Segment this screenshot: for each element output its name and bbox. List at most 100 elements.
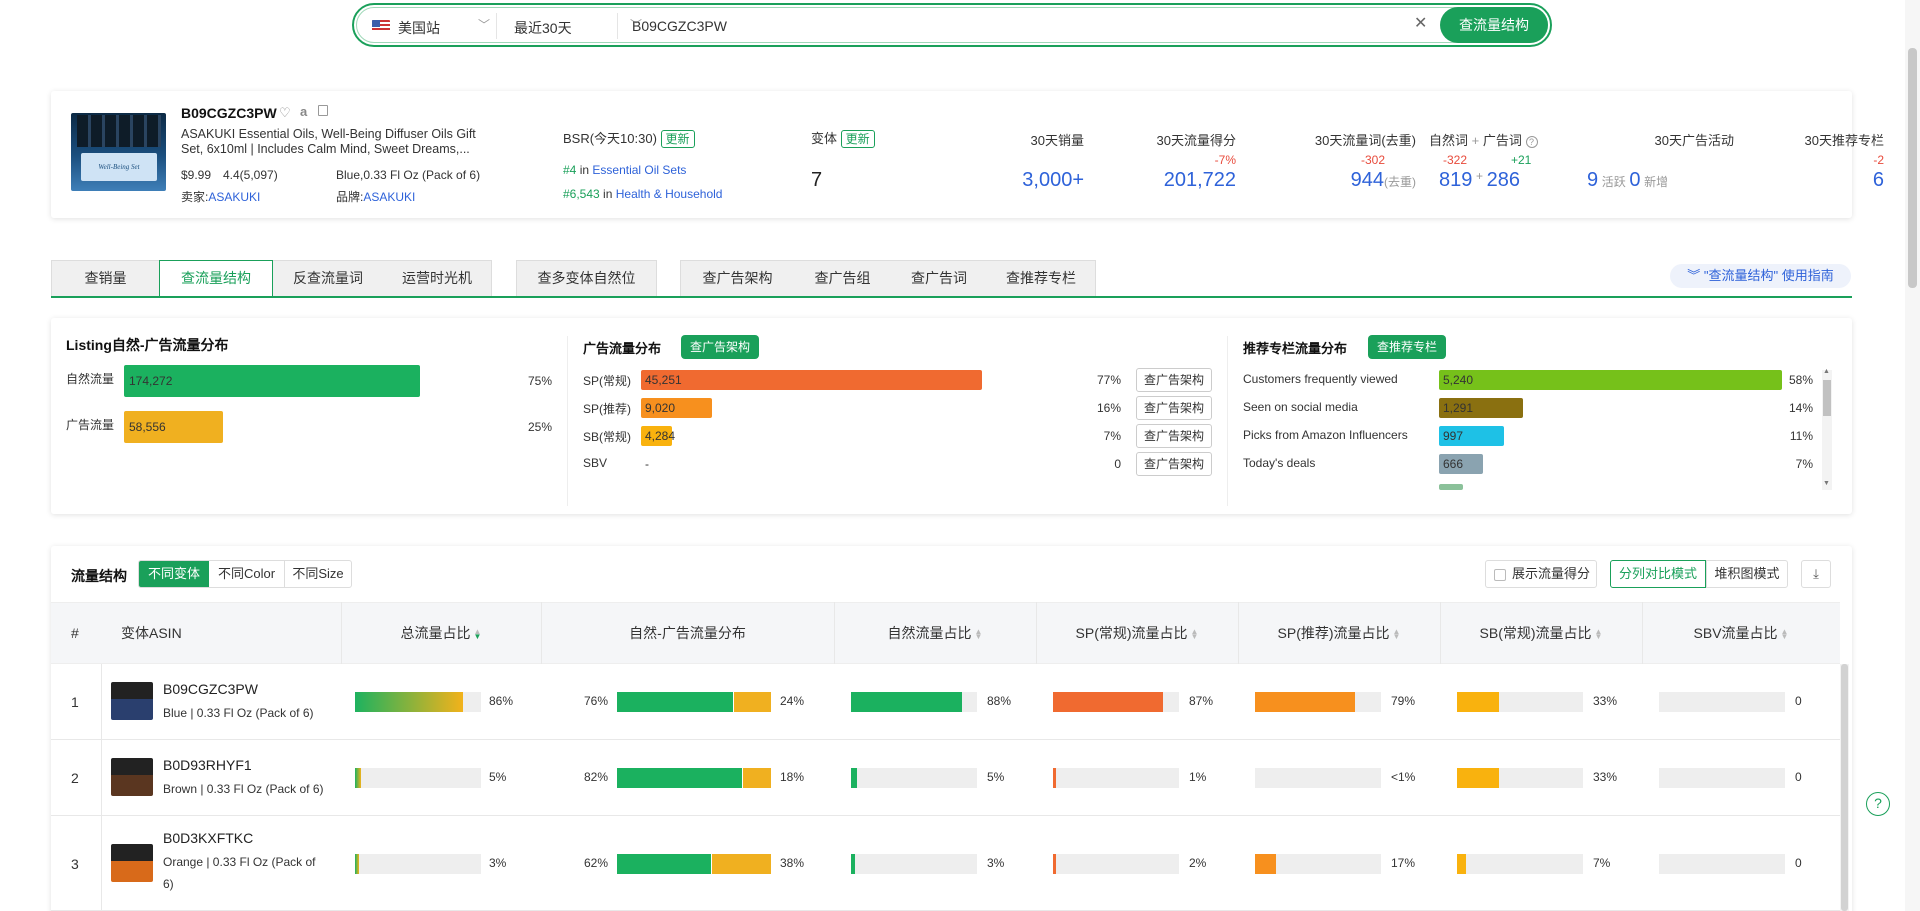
product-title[interactable]: ASAKUKI Essential Oils, Well-Being Diffu… [181, 127, 476, 157]
recommend-bar-fill[interactable] [1439, 370, 1782, 390]
favorite-icon[interactable]: ♡ [279, 105, 291, 121]
sort-icon[interactable]: ▲ ▼ [975, 628, 983, 641]
listing-bar-fill[interactable]: 174,272 [124, 365, 421, 397]
sales-value[interactable]: 3,000+ [951, 169, 1084, 192]
tab-ad-keywords[interactable]: 查广告词 [891, 261, 987, 296]
natural-ad-bar[interactable] [617, 853, 771, 874]
tab-ad-structure[interactable]: 查广告架构 [681, 261, 794, 296]
download-icon[interactable]: ⤓ [1801, 560, 1831, 588]
ad-bar-pct: 77% [1096, 373, 1121, 387]
tab-time-machine[interactable]: 运营时光机 [383, 261, 491, 296]
natural-share-bar-fill[interactable] [851, 692, 962, 712]
segment-color[interactable]: 不同Color [209, 561, 285, 587]
sp-recommend-share-bar-fill[interactable] [1255, 853, 1277, 874]
mode-stacked[interactable]: 堆积图模式 [1706, 560, 1788, 588]
product-image[interactable]: Well-Being Set [71, 113, 166, 191]
table-header-cell[interactable]: 自然流量占比 ▲ ▼ [834, 602, 1036, 664]
amazon-icon[interactable]: a [300, 104, 307, 119]
recommend-value[interactable]: 6 [1741, 169, 1884, 192]
ad-row-structure-button[interactable]: 查广告架构 [1136, 396, 1212, 420]
segment-size[interactable]: 不同Size [285, 561, 351, 587]
tab-traffic-structure[interactable]: 查流量结构 [159, 260, 273, 297]
table-scrollbar[interactable] [1840, 664, 1849, 911]
show-score-toggle[interactable]: 展示流量得分 [1485, 560, 1597, 588]
sp-share-bar-fill[interactable] [1053, 768, 1056, 788]
segment-variants[interactable]: 不同变体 [139, 561, 209, 587]
mode-column-compare[interactable]: 分列对比模式 [1610, 560, 1706, 588]
recommend-scrollbar[interactable]: ▲ ▼ [1822, 368, 1832, 490]
ad-activity-new[interactable]: 0 [1629, 169, 1640, 191]
sort-icon[interactable]: ▲ ▼ [1781, 628, 1789, 641]
total-bar-track [355, 853, 481, 874]
clear-icon[interactable]: ✕ [1414, 13, 1427, 33]
bsr-category2-link[interactable]: Health & Household [616, 187, 723, 201]
sp-share-bar-fill[interactable] [1053, 853, 1056, 874]
listing-bar-fill[interactable]: 58,556 [124, 411, 223, 443]
recommend-column-button[interactable]: 查推荐专栏 [1368, 335, 1446, 359]
variant-thumbnail[interactable] [111, 682, 153, 720]
help-float-icon[interactable]: ? [1866, 792, 1890, 816]
sp-recommend-share-pct: <1% [1391, 770, 1416, 784]
total-bar-fill[interactable] [355, 853, 359, 874]
sb-share-bar-fill[interactable] [1457, 692, 1499, 712]
tab-recommend-column[interactable]: 查推荐专栏 [987, 261, 1095, 296]
ad-row-structure-button[interactable]: 查广告架构 [1136, 452, 1212, 476]
ad-bar-fill[interactable] [641, 370, 983, 390]
natural-share-bar-fill[interactable] [851, 853, 855, 874]
guide-link[interactable]: ︾ "查流量结构" 使用指南 [1670, 264, 1851, 288]
table-header-cell[interactable]: SP(常规)流量占比 ▲ ▼ [1036, 602, 1238, 664]
variant-asin[interactable]: B0D93RHYF1 [163, 757, 252, 773]
sp-share-bar-fill[interactable] [1053, 692, 1163, 712]
copy-icon[interactable] [318, 105, 328, 116]
ad-keywords-value[interactable]: 286 [1487, 169, 1520, 191]
table-header-cell[interactable]: 总流量占比 ▲ ▼ [341, 602, 541, 664]
range-select[interactable]: 最近30天 ﹀ [514, 14, 644, 38]
variant-asin[interactable]: B09CGZC3PW [163, 681, 258, 697]
variant-thumbnail[interactable] [111, 758, 153, 796]
sp-recommend-share-bar-fill[interactable] [1255, 692, 1355, 712]
natural-ad-bar[interactable] [617, 692, 771, 712]
table-header-cell[interactable]: SB(常规)流量占比 ▲ ▼ [1440, 602, 1642, 664]
scroll-up-icon[interactable]: ▲ [1823, 368, 1830, 375]
ad-structure-button[interactable]: 查广告架构 [681, 335, 759, 359]
variant-thumbnail[interactable] [111, 843, 153, 882]
sort-icon[interactable]: ▲ ▼ [1393, 628, 1401, 641]
tab-multi-variant-natural[interactable]: 查多变体自然位 [517, 261, 656, 296]
help-icon[interactable]: ? [1525, 136, 1538, 148]
ad-activity-active[interactable]: 9 [1587, 169, 1598, 191]
keywords-value[interactable]: 944 [1351, 169, 1384, 191]
scroll-down-icon[interactable]: ▼ [1823, 480, 1830, 487]
guide-link-label: "查流量结构" 使用指南 [1703, 268, 1834, 283]
table-header-cell[interactable]: SP(推荐)流量占比 ▲ ▼ [1238, 602, 1440, 664]
natural-ad-bar[interactable] [617, 768, 771, 788]
variants-update-button[interactable]: 更新 [840, 130, 875, 148]
score-value[interactable]: 201,722 [1101, 169, 1236, 192]
total-bar-fill[interactable] [355, 692, 464, 712]
tab-sales[interactable]: 查销量 [52, 261, 159, 296]
ad-row-structure-button[interactable]: 查广告架构 [1136, 368, 1212, 392]
ad-row-structure-button[interactable]: 查广告架构 [1136, 424, 1212, 448]
sort-icon[interactable]: ▲ ▼ [474, 628, 482, 641]
sort-icon[interactable]: ▲ ▼ [1595, 628, 1603, 641]
total-bar-fill[interactable] [355, 768, 362, 788]
site-select[interactable]: 美国站 ﹀ [368, 14, 490, 38]
sb-share-bar-fill[interactable] [1457, 768, 1499, 788]
bsr-update-button[interactable]: 更新 [660, 130, 695, 148]
natural-keywords-value[interactable]: 819 [1439, 169, 1472, 191]
table-header-cell[interactable]: SBV流量占比 ▲ ▼ [1642, 602, 1840, 664]
search-button[interactable]: 查流量结构 [1440, 7, 1548, 43]
seller-link[interactable]: ASAKUKI [208, 190, 260, 204]
brand-link[interactable]: ASAKUKI [363, 190, 415, 204]
structure-title: 流量结构 [71, 568, 127, 584]
bsr-category1-link[interactable]: Essential Oil Sets [592, 163, 686, 177]
tab-reverse-keywords[interactable]: 反查流量词 [273, 261, 383, 296]
sort-icon[interactable]: ▲ ▼ [1191, 628, 1199, 641]
search-input[interactable]: B09CGZC3PW [632, 14, 1432, 38]
sb-share-bar-fill[interactable] [1457, 853, 1466, 874]
variant-asin[interactable]: B0D3KXFTKC [163, 830, 253, 846]
ad-bar-pct: 7% [1103, 429, 1121, 443]
product-asin[interactable]: B09CGZC3PW [181, 105, 277, 121]
tab-ad-group[interactable]: 查广告组 [794, 261, 891, 296]
natural-share-bar-fill[interactable] [851, 768, 858, 788]
page-scrollbar[interactable] [1905, 0, 1920, 911]
